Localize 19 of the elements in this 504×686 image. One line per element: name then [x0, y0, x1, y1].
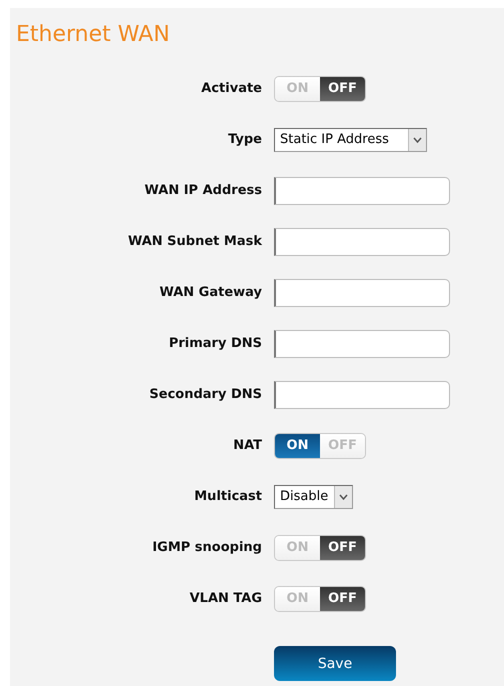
save-button[interactable]: Save	[274, 646, 396, 681]
field-label: NAT	[233, 438, 262, 453]
field-label: Multicast	[194, 489, 262, 504]
toggle-switch[interactable]: ON OFF	[274, 586, 366, 612]
toggle-switch[interactable]: ON OFF	[274, 76, 366, 102]
field-label: Type	[228, 132, 262, 147]
toggle-switch[interactable]: ON OFF	[274, 432, 366, 458]
field-label: WAN IP Address	[144, 183, 262, 198]
field-label: IGMP snooping	[152, 540, 262, 555]
dropdown[interactable]: Static IP Address	[274, 128, 427, 152]
field-label: Activate	[201, 81, 262, 96]
toggle-switch[interactable]: ON OFF	[274, 534, 366, 560]
dropdown[interactable]: Disable	[274, 484, 354, 508]
field-label: Primary DNS	[168, 336, 262, 351]
field-label: Secondary DNS	[149, 387, 262, 402]
field-label: VLAN TAG	[190, 591, 262, 606]
field-label: WAN Gateway	[159, 285, 262, 300]
field-label: WAN Subnet Mask	[128, 234, 262, 249]
page-title: Ethernet WAN	[16, 22, 170, 48]
